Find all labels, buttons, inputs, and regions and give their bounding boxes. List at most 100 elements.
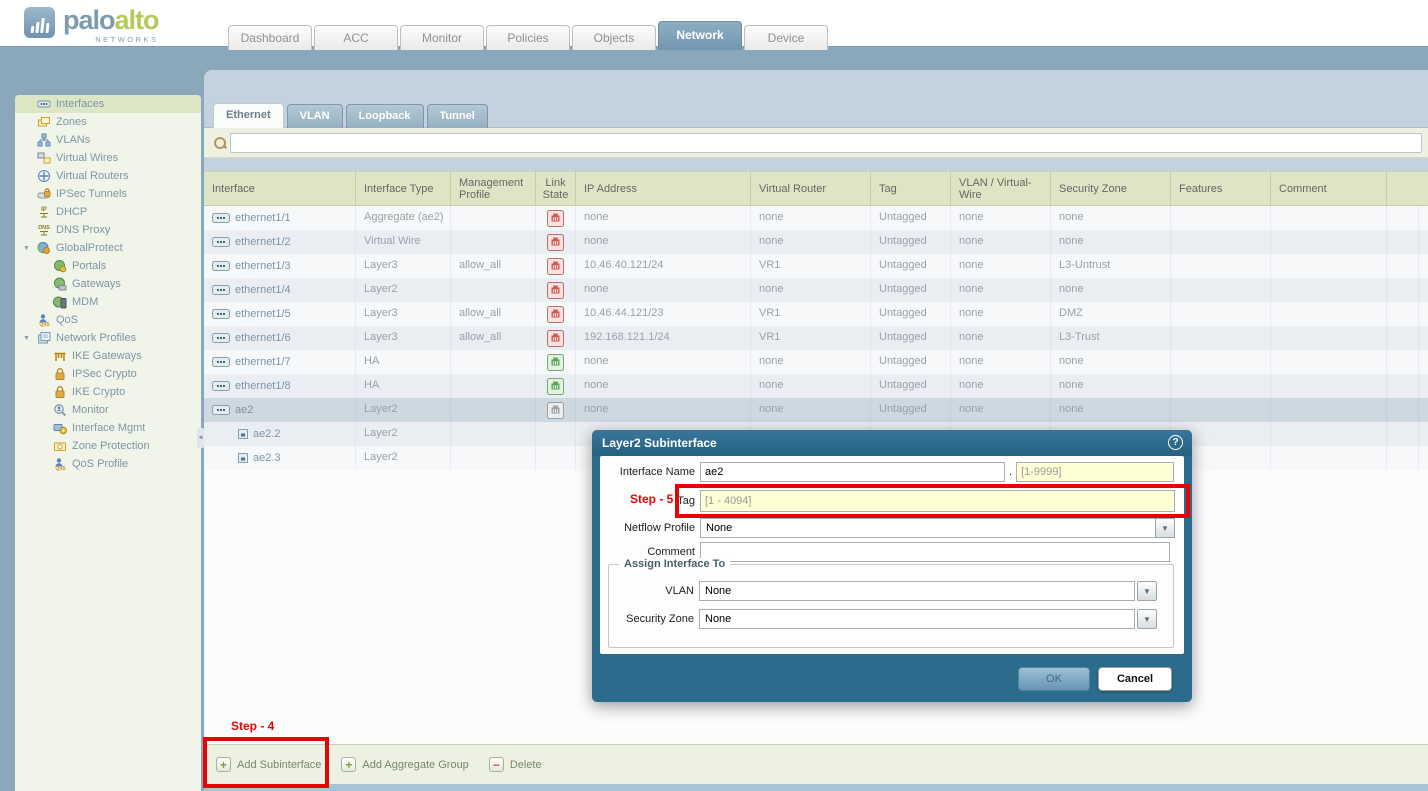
vlan-dropdown[interactable]: None (699, 581, 1135, 601)
sidebar-item-qos[interactable]: QoSQoS (15, 311, 201, 329)
column-header-tag[interactable]: Tag (871, 172, 951, 205)
column-header-comment[interactable]: Comment (1271, 172, 1387, 205)
sidebar-item-virtual-routers[interactable]: Virtual Routers (15, 167, 201, 185)
sidebar-item-interface-mgmt[interactable]: Interface Mgmt (15, 419, 201, 437)
cell-blank (1387, 374, 1419, 398)
table-row-ethernet1-2[interactable]: ethernet1/2Virtual WirenonenoneUntaggedn… (204, 230, 1428, 254)
sidebar-item-ike-gateways[interactable]: IKE Gateways (15, 347, 201, 365)
interface-link[interactable]: ethernet1/6 (235, 327, 291, 350)
column-header-vlan-virtual-wire[interactable]: VLAN / Virtual-Wire (951, 172, 1051, 205)
sidebar-item-vlans[interactable]: VLANs (15, 131, 201, 149)
sidebar-item-mdm[interactable]: MDM (15, 293, 201, 311)
search-input[interactable] (230, 133, 1422, 153)
interface-link[interactable]: ethernet1/3 (235, 255, 291, 278)
table-row-ae2[interactable]: ae2Layer2nonenoneUntaggednonenone (204, 398, 1428, 422)
interface-link[interactable]: ethernet1/1 (235, 207, 291, 230)
expander-icon[interactable]: ▼ (23, 335, 36, 342)
tab-policies[interactable]: Policies (486, 25, 570, 50)
interface-link[interactable]: ae2.3 (253, 447, 281, 470)
subinterface-icon (238, 453, 248, 463)
table-row-ethernet1-5[interactable]: ethernet1/5Layer3allow_all10.46.44.121/2… (204, 302, 1428, 326)
sidebar-item-gateways[interactable]: Gateways (15, 275, 201, 293)
column-header-interface-type[interactable]: Interface Type (356, 172, 451, 205)
sidebar-item-portals[interactable]: Portals (15, 257, 201, 275)
sidebar-item-dns-proxy[interactable]: DNSDNS Proxy (15, 221, 201, 239)
column-header-ip-address[interactable]: IP Address (576, 172, 751, 205)
sidebar-item-ipsec-crypto[interactable]: IPSec Crypto (15, 365, 201, 383)
ethernet-port-icon (212, 285, 230, 295)
cell-management-profile (451, 350, 536, 374)
table-row-ethernet1-6[interactable]: ethernet1/6Layer3allow_all192.168.121.1/… (204, 326, 1428, 350)
sidebar-item-ipsec-tunnels[interactable]: IPSec Tunnels (15, 185, 201, 203)
tab-device[interactable]: Device (744, 25, 828, 50)
tab-acc[interactable]: ACC (314, 25, 398, 50)
cancel-button[interactable]: Cancel (1098, 667, 1172, 691)
chevron-down-icon[interactable]: ▼ (1137, 609, 1157, 629)
netflow-profile-dropdown[interactable]: None ▼ (700, 518, 1175, 538)
sidebar-item-globalprotect[interactable]: ▼ GlobalProtect (15, 239, 201, 257)
cell-link-state (536, 446, 576, 470)
interface-link[interactable]: ethernet1/8 (235, 375, 291, 398)
sidebar-item-network-profiles[interactable]: ▼Network Profiles (15, 329, 201, 347)
subtab-loopback[interactable]: Loopback (346, 104, 424, 128)
interface-link[interactable]: ethernet1/7 (235, 351, 291, 374)
sidebar-item-zone-protection[interactable]: Zone Protection (15, 437, 201, 455)
interface-link[interactable]: ethernet1/4 (235, 279, 291, 302)
table-row-ethernet1-8[interactable]: ethernet1/8HAnonenoneUntaggednonenone (204, 374, 1428, 398)
interface-number-input[interactable] (1016, 462, 1174, 482)
column-header-management-profile[interactable]: Management Profile (451, 172, 536, 205)
sidebar-item-ike-crypto[interactable]: IKE Crypto (15, 383, 201, 401)
tab-network[interactable]: Network (658, 21, 742, 50)
sidebar-item-label: MDM (72, 296, 98, 308)
sidebar-item-label: IKE Gateways (72, 350, 142, 362)
column-header-interface[interactable]: Interface (204, 172, 356, 205)
table-row-ethernet1-3[interactable]: ethernet1/3Layer3allow_all10.46.40.121/2… (204, 254, 1428, 278)
sidebar-item-monitor[interactable]: Monitor (15, 401, 201, 419)
cell-features (1171, 374, 1271, 398)
chevron-down-icon[interactable]: ▼ (1137, 581, 1157, 601)
table-row-ethernet1-7[interactable]: ethernet1/7HAnonenoneUntaggednonenone (204, 350, 1428, 374)
security-zone-dropdown[interactable]: None (699, 609, 1135, 629)
cell-features (1171, 398, 1271, 422)
cell-features (1171, 230, 1271, 254)
cell-comment (1271, 206, 1387, 230)
subtab-vlan[interactable]: VLAN (287, 104, 343, 128)
interface-link[interactable]: ethernet1/5 (235, 303, 291, 326)
table-row-ethernet1-1[interactable]: ethernet1/1Aggregate (ae2)nonenoneUntagg… (204, 206, 1428, 230)
sidebar-item-label: GlobalProtect (56, 242, 123, 254)
comment-label: Comment (600, 546, 700, 558)
delete-button[interactable]: − Delete (489, 757, 542, 772)
sidebar-item-zones[interactable]: Zones (15, 113, 201, 131)
interface-link[interactable]: ae2 (235, 399, 253, 422)
add-aggregate-group-button[interactable]: + Add Aggregate Group (341, 757, 468, 772)
chevron-down-icon[interactable]: ▼ (1155, 518, 1175, 538)
sidebar-item-virtual-wires[interactable]: Virtual Wires (15, 149, 201, 167)
subtab-ethernet[interactable]: Ethernet (213, 103, 284, 128)
subtab-tunnel[interactable]: Tunnel (427, 104, 488, 128)
cell-vlan-virtual-wire: none (951, 374, 1051, 398)
tab-dashboard[interactable]: Dashboard (228, 25, 312, 50)
interface-link[interactable]: ae2.2 (253, 423, 281, 446)
interface-name-input[interactable] (700, 462, 1005, 482)
sidebar-collapse-handle[interactable]: ◄ (197, 428, 204, 448)
comment-input[interactable] (700, 542, 1170, 562)
tab-monitor[interactable]: Monitor (400, 25, 484, 50)
column-header-features[interactable]: Features (1171, 172, 1271, 205)
column-header-security-zone[interactable]: Security Zone (1051, 172, 1171, 205)
network-profiles-icon (36, 331, 52, 346)
cell-blank (1387, 326, 1419, 350)
expander-icon[interactable]: ▼ (23, 245, 36, 252)
cell-interface-type: Virtual Wire (356, 230, 451, 254)
cell-tag: Untagged (871, 326, 951, 350)
sidebar-item-qos-profile[interactable]: QoSQoS Profile (15, 455, 201, 473)
ok-button[interactable]: OK (1018, 667, 1090, 691)
sidebar-item-interfaces[interactable]: Interfaces (15, 95, 201, 113)
column-header-link-state[interactable]: Link State (536, 172, 576, 205)
column-header-virtual-router[interactable]: Virtual Router (751, 172, 871, 205)
help-icon[interactable]: ? (1168, 435, 1183, 450)
interface-link[interactable]: ethernet1/2 (235, 231, 291, 254)
tab-objects[interactable]: Objects (572, 25, 656, 50)
cell-virtual-router: none (751, 230, 871, 254)
table-row-ethernet1-4[interactable]: ethernet1/4Layer2nonenoneUntaggednonenon… (204, 278, 1428, 302)
sidebar-item-dhcp[interactable]: IPDHCP (15, 203, 201, 221)
